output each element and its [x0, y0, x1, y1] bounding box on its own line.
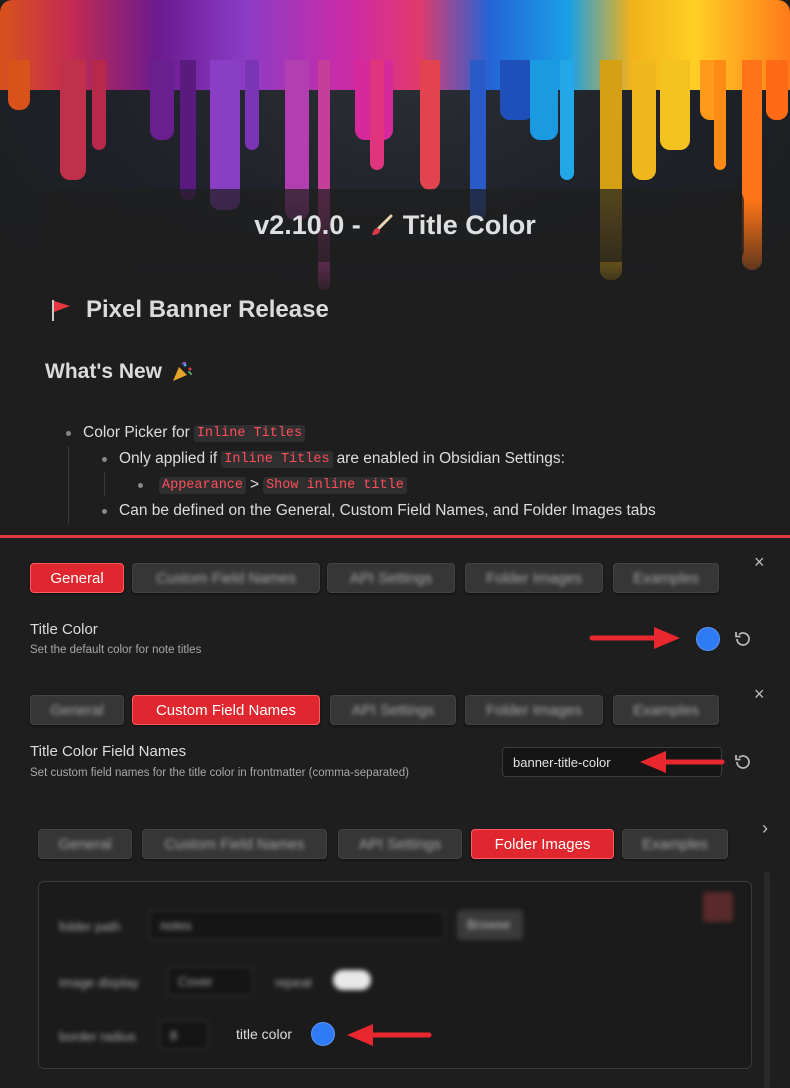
delete-button[interactable]	[703, 892, 733, 922]
border-radius-label: border radius	[59, 1029, 136, 1044]
list-item: Can be defined on the General, Custom Fi…	[102, 502, 656, 520]
tab-examples[interactable]: Examples	[613, 563, 719, 593]
inline-code: Inline Titles	[193, 424, 306, 442]
list-item: Only applied if Inline Titles are enable…	[102, 450, 565, 468]
whats-new-text: What's New	[45, 360, 163, 383]
tab-examples[interactable]: Examples	[622, 829, 728, 859]
setting-title-color-name: Title Color	[30, 621, 98, 638]
settings-screenshots: General Custom Field Names API Settings …	[0, 538, 790, 1088]
folder-image-group: folder path notes Browse image display C…	[38, 881, 752, 1069]
title-suffix: Title Color	[402, 210, 536, 240]
version-title: v2.10.0 -	[254, 210, 361, 240]
tab-api-settings[interactable]: API Settings	[330, 695, 456, 725]
close-button[interactable]: ×	[754, 552, 765, 573]
annotation-arrow	[589, 627, 680, 649]
border-radius-input[interactable]: 8	[159, 1020, 209, 1050]
inline-code: Appearance	[159, 476, 247, 494]
tab-api-settings[interactable]: API Settings	[327, 563, 455, 593]
browse-button[interactable]: Browse	[457, 910, 523, 940]
folder-path-input[interactable]: notes	[149, 910, 445, 940]
setting-title-color-desc: Set the default color for note titles	[30, 644, 202, 656]
paintbrush-icon	[371, 214, 393, 235]
flag-icon	[52, 300, 70, 321]
inline-code: Show inline title	[263, 476, 407, 494]
folder-title-color-picker[interactable]	[311, 1022, 335, 1046]
whats-new-heading: What's New	[45, 360, 194, 384]
tab-folder-images[interactable]: Folder Images	[465, 563, 603, 593]
tab-general[interactable]: General	[30, 563, 124, 593]
close-button[interactable]: ›	[762, 818, 768, 839]
tab-folder-images[interactable]: Folder Images	[465, 695, 603, 725]
tab-custom-field-names[interactable]: Custom Field Names	[132, 695, 320, 725]
party-popper-icon	[173, 361, 192, 381]
annotation-arrow	[640, 751, 725, 773]
release-notes: v2.10.0 - Title Color Pixel Banner Relea…	[0, 0, 790, 537]
tab-general[interactable]: General	[38, 829, 132, 859]
tab-custom-field-names[interactable]: Custom Field Names	[132, 563, 320, 593]
list-item: Appearance > Show inline title	[138, 476, 411, 494]
repeat-label: repeat	[275, 975, 312, 990]
annotation-arrow	[347, 1024, 432, 1046]
release-heading-text: Pixel Banner Release	[86, 296, 329, 323]
reset-icon[interactable]	[733, 752, 753, 772]
tab-folder-images[interactable]: Folder Images	[471, 829, 614, 859]
tab-custom-field-names[interactable]: Custom Field Names	[142, 829, 327, 859]
repeat-toggle[interactable]	[333, 970, 371, 990]
release-heading: Pixel Banner Release	[48, 296, 329, 324]
close-button[interactable]: ×	[754, 684, 765, 705]
setting-title-color-field-names-name: Title Color Field Names	[30, 743, 187, 760]
inline-code: Inline Titles	[221, 450, 333, 468]
tab-api-settings[interactable]: API Settings	[338, 829, 462, 859]
banner-title: v2.10.0 - Title Color	[46, 189, 744, 262]
setting-title-color-field-names-desc: Set custom field names for the title col…	[30, 767, 410, 779]
reset-icon[interactable]	[733, 629, 753, 649]
scrollbar[interactable]	[764, 872, 770, 1088]
list-item: Color Picker for Inline Titles	[66, 424, 309, 442]
tab-examples[interactable]: Examples	[613, 695, 719, 725]
folder-path-label: folder path	[59, 919, 121, 934]
list-guide	[68, 446, 69, 524]
image-display-label: image display	[59, 975, 139, 990]
tab-general[interactable]: General	[30, 695, 124, 725]
title-color-picker[interactable]	[696, 627, 720, 651]
title-color-label: title color	[236, 1026, 293, 1042]
list-guide	[104, 472, 105, 496]
image-display-select[interactable]: Cover	[167, 966, 253, 996]
